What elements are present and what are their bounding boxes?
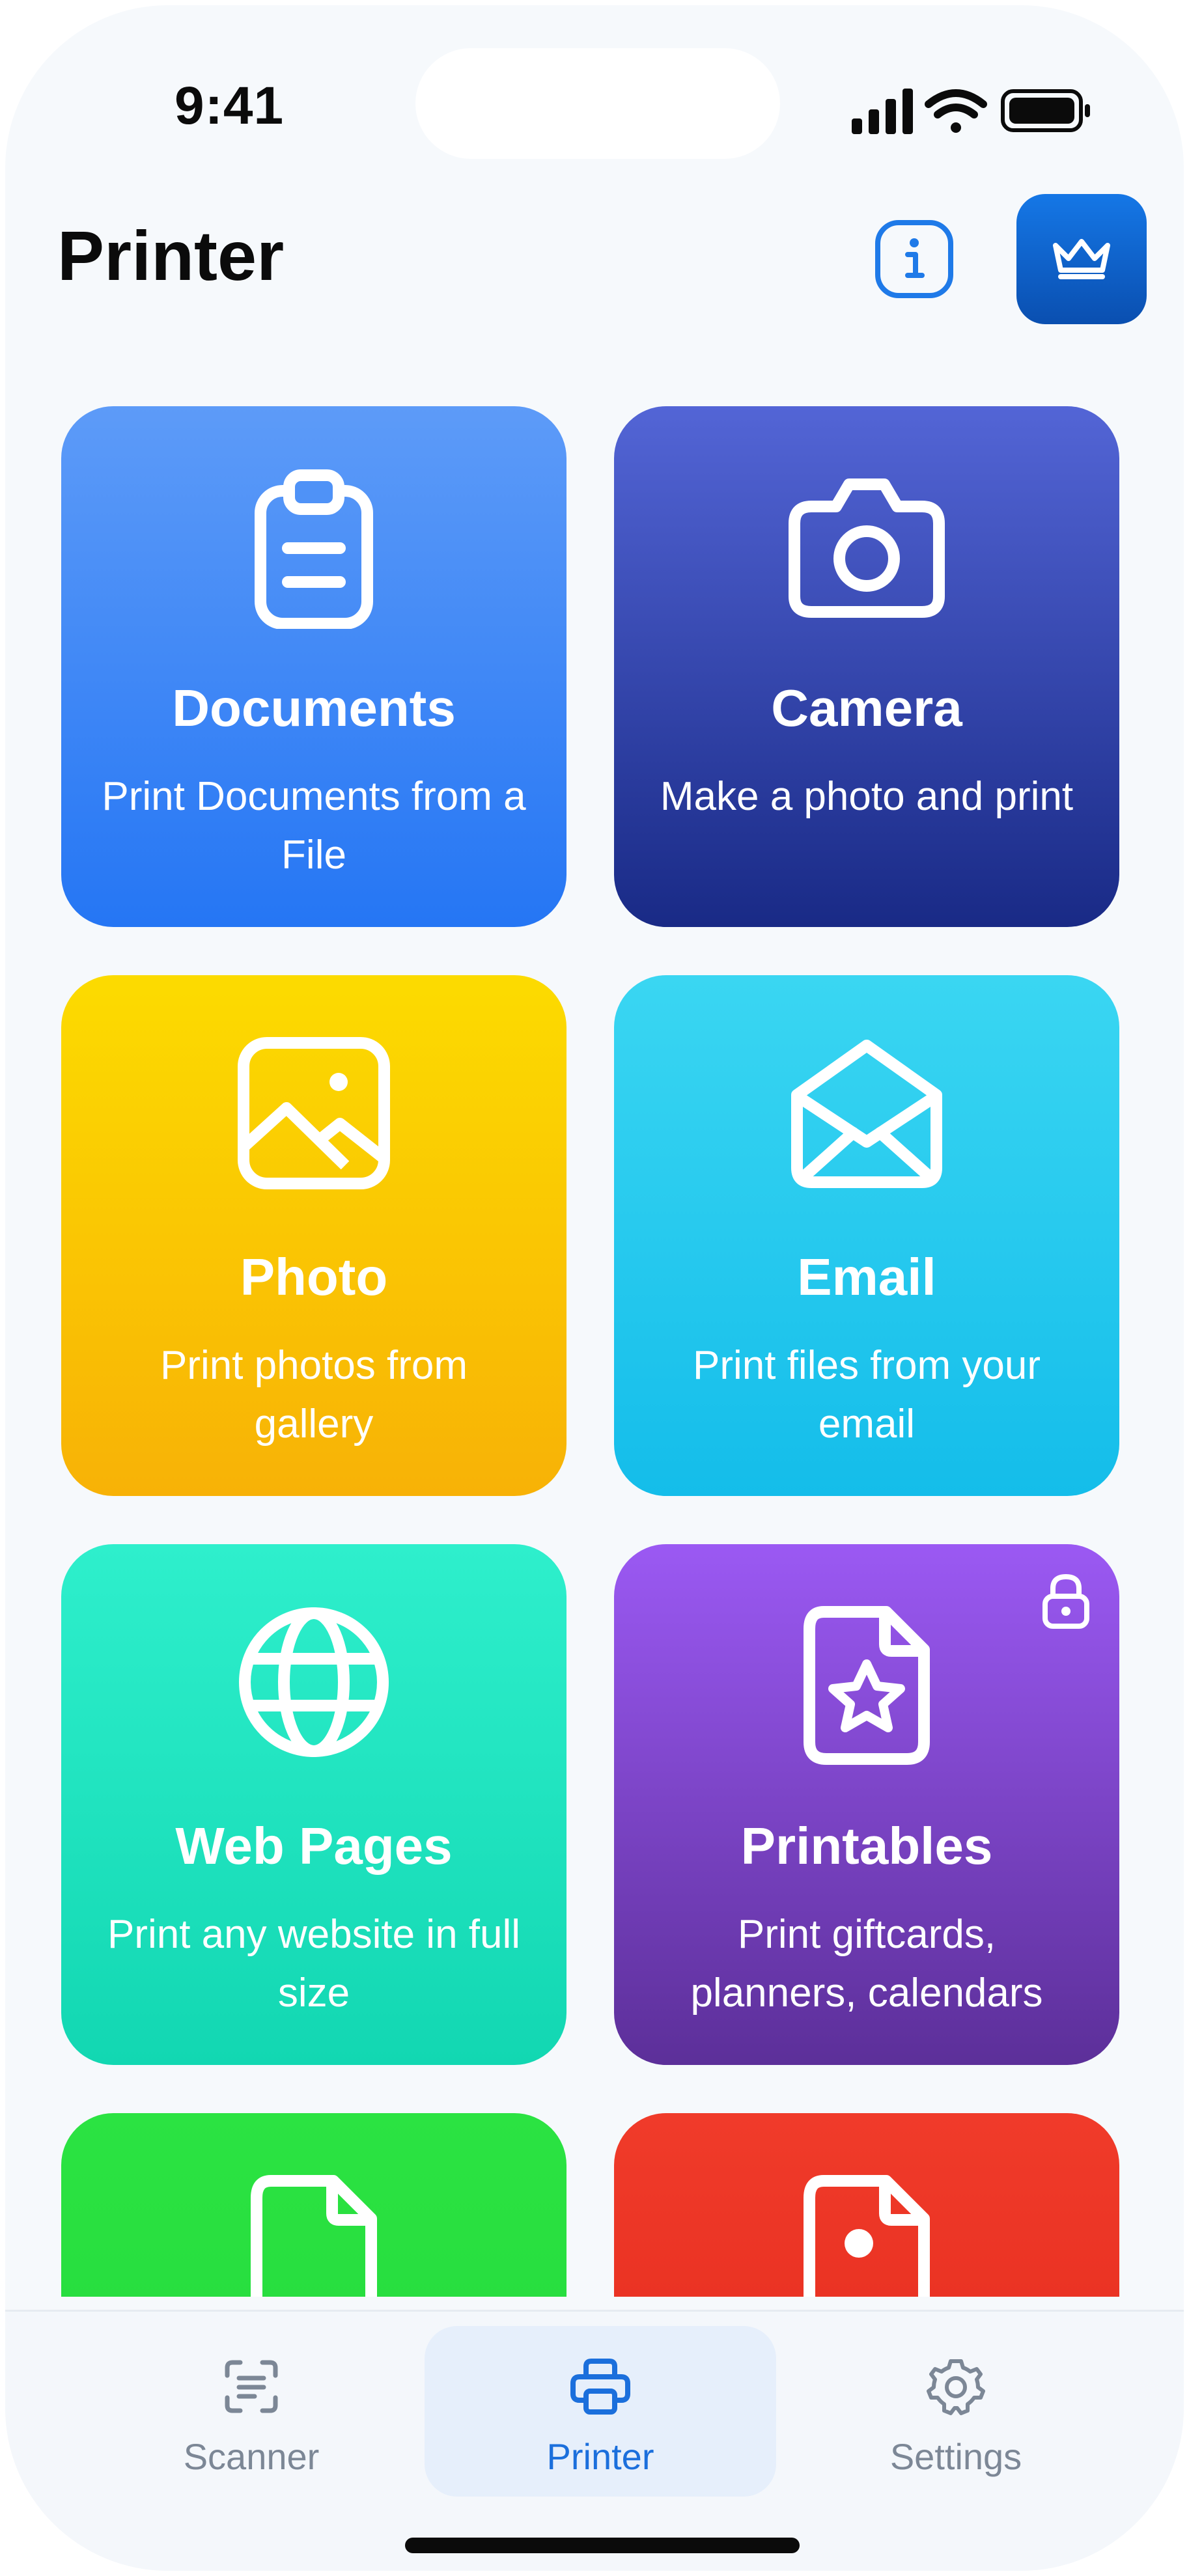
card-title: Printables bbox=[740, 1817, 993, 1875]
card-description: Make a photo and print bbox=[660, 774, 1074, 819]
card-documents[interactable]: Documents Print Documents from a File bbox=[61, 406, 567, 927]
printer-icon bbox=[570, 2359, 630, 2415]
card-description: Print photos from gallery bbox=[160, 1343, 468, 1447]
card-description: Print Documents from a File bbox=[102, 774, 526, 878]
scanner-icon bbox=[225, 2360, 278, 2413]
image-icon bbox=[238, 1037, 390, 1189]
tab-bar: Scanner Printer Settings bbox=[5, 2310, 1184, 2571]
gear-icon bbox=[927, 2359, 985, 2415]
tab-label: Scanner bbox=[183, 2436, 320, 2477]
card-partial-green[interactable] bbox=[61, 2113, 567, 2297]
card-title: Email bbox=[797, 1248, 936, 1306]
camera-icon bbox=[789, 478, 945, 618]
card-description: Print files from your email bbox=[692, 1343, 1041, 1447]
card-description: Print any website in full size bbox=[107, 1912, 521, 2015]
globe-icon bbox=[239, 1607, 389, 1757]
clipboard-icon bbox=[255, 469, 373, 629]
card-title: Documents bbox=[172, 679, 456, 737]
open-envelope-icon bbox=[791, 1040, 942, 1188]
card-title: Photo bbox=[240, 1248, 388, 1306]
card-web-pages[interactable]: Web Pages Print any website in full size bbox=[61, 1544, 567, 2065]
card-camera[interactable]: Camera Make a photo and print bbox=[614, 406, 1119, 927]
tab-label: Settings bbox=[889, 2436, 1022, 2477]
home-indicator bbox=[405, 2538, 800, 2553]
feature-grid: Documents Print Documents from a File Ca… bbox=[5, 5, 1184, 2297]
card-email[interactable]: Email Print files from your email bbox=[614, 975, 1119, 1496]
phone-screen: 9:41 Printer Documents Print Documents f… bbox=[5, 5, 1184, 2571]
card-partial-red[interactable] bbox=[614, 2113, 1119, 2297]
tab-settings[interactable]: Settings bbox=[780, 2326, 1132, 2497]
card-photo[interactable]: Photo Print photos from gallery bbox=[61, 975, 567, 1496]
tab-printer[interactable]: Printer bbox=[425, 2326, 776, 2497]
card-description: Print giftcards, planners, calendars bbox=[690, 1912, 1043, 2015]
card-title: Camera bbox=[771, 679, 962, 737]
tab-label: Printer bbox=[546, 2436, 654, 2477]
card-printables[interactable]: Printables Print giftcards, planners, ca… bbox=[614, 1544, 1119, 2065]
tab-scanner[interactable]: Scanner bbox=[76, 2326, 427, 2497]
document-icon bbox=[251, 2175, 377, 2297]
card-title: Web Pages bbox=[175, 1817, 453, 1875]
star-document-icon bbox=[804, 1606, 930, 1765]
pdf-document-icon bbox=[804, 2175, 930, 2297]
